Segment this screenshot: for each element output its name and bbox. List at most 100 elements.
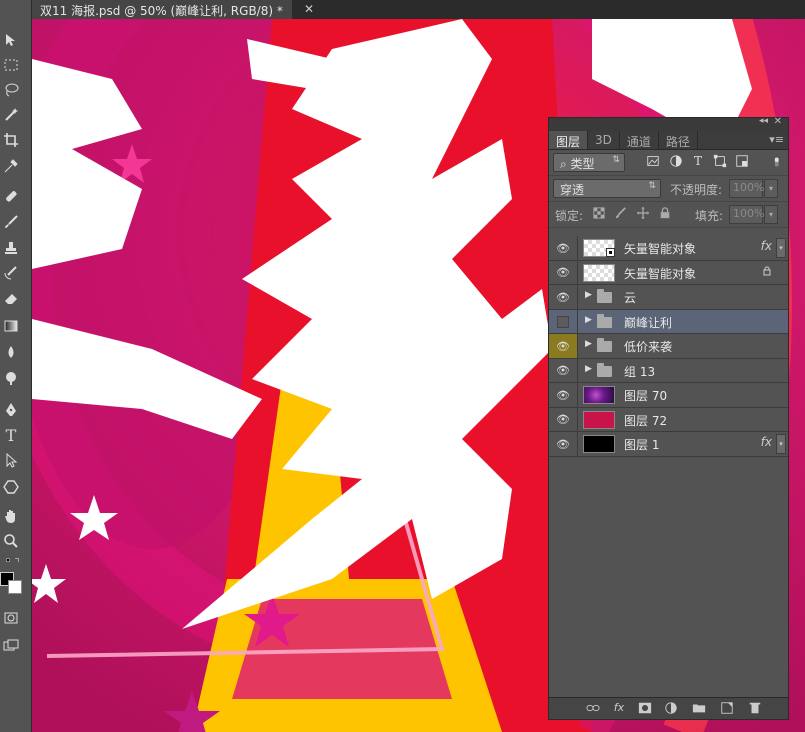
pixel-layer-filter-icon[interactable] [644, 154, 662, 170]
filter-kind-value: 类型 [570, 157, 595, 171]
fill-input[interactable]: 100% [729, 205, 764, 224]
layer-group-row[interactable]: 👁 ▶ 组 13 [549, 358, 788, 383]
eraser-tool-icon[interactable] [0, 288, 22, 308]
expand-arrow-icon[interactable]: ▶ [585, 339, 592, 349]
fill-label: 填充: [695, 209, 724, 223]
lock-transparent-pixels-icon[interactable] [592, 207, 606, 221]
type-layer-filter-icon[interactable]: T [689, 154, 707, 170]
eye-icon[interactable]: 👁 [549, 260, 578, 285]
layer-row[interactable]: 👁 ▪ 矢量智能对象 fx ▾ [549, 236, 788, 261]
blur-tool-icon[interactable] [0, 342, 22, 362]
expand-effects-icon[interactable]: ▾ [776, 238, 786, 258]
layer-row[interactable]: 👁 图层 1 fx ▾ [549, 432, 788, 457]
lock-position-icon[interactable] [636, 207, 650, 221]
layer-thumbnail [583, 386, 615, 404]
eye-icon[interactable]: 👁 [549, 236, 578, 260]
layer-row[interactable]: 👁 图层 72 [549, 407, 788, 432]
layer-row[interactable]: 👁 图层 70 [549, 383, 788, 408]
brush-tool-icon[interactable] [0, 212, 22, 232]
eye-icon[interactable]: 👁 [549, 432, 578, 456]
document-tab[interactable]: 双11 海报.psd @ 50% (巅峰让利, RGB/8) * ✕ [32, 0, 314, 19]
layer-name: 组 13 [624, 364, 656, 379]
shape-tool-icon[interactable] [0, 477, 22, 497]
shape-layer-filter-icon[interactable] [711, 154, 729, 170]
layer-row[interactable]: 👁 矢量智能对象 [549, 260, 788, 285]
close-icon[interactable]: ✕ [304, 2, 314, 16]
color-swatches[interactable] [0, 572, 28, 606]
opacity-dropdown-icon[interactable]: ▾ [764, 179, 778, 198]
eye-icon[interactable]: 👁 [549, 285, 578, 309]
tab-paths[interactable]: 路径 [659, 131, 698, 149]
background-color-swatch[interactable] [8, 580, 22, 594]
pen-tool-icon[interactable] [0, 400, 22, 420]
smart-object-badge-icon: ▪ [606, 248, 615, 257]
expand-arrow-icon[interactable]: ▶ [585, 290, 592, 300]
panel-menu-icon[interactable]: ▾≡ [769, 133, 784, 146]
close-panel-icon[interactable]: ✕ [774, 116, 782, 127]
chevron-updown-icon: ⇅ [648, 181, 656, 191]
lock-icon [762, 266, 772, 279]
eye-icon[interactable]: 👁 [549, 358, 578, 383]
gradient-tool-icon[interactable] [0, 316, 22, 336]
search-icon: ⌕ [560, 157, 571, 171]
lock-label: 锁定: [555, 209, 584, 223]
document-tab-bar: 双11 海报.psd @ 50% (巅峰让利, RGB/8) * ✕ [32, 0, 805, 19]
new-layer-icon[interactable] [719, 701, 735, 717]
layer-filter-row: ⌕ 类型 ⇅ T [549, 150, 788, 176]
hand-tool-icon[interactable] [0, 506, 22, 526]
lasso-tool-icon[interactable] [0, 80, 22, 100]
eye-icon[interactable]: 👁 [549, 334, 578, 358]
adjustment-layer-filter-icon[interactable] [667, 154, 685, 170]
link-layers-icon[interactable] [585, 701, 601, 717]
dodge-tool-icon[interactable] [0, 368, 22, 388]
type-tool-icon[interactable]: T [0, 425, 22, 445]
expand-arrow-icon[interactable]: ▶ [585, 315, 592, 325]
filter-toggle-icon[interactable] [769, 154, 787, 170]
lock-image-pixels-icon[interactable] [614, 207, 628, 221]
layer-group-row[interactable]: 👁 ▶ 云 [549, 285, 788, 310]
marquee-tool-icon[interactable] [0, 55, 22, 75]
opacity-input[interactable]: 100% [729, 179, 764, 198]
fill-dropdown-icon[interactable]: ▾ [764, 205, 778, 224]
magic-wand-tool-icon[interactable] [0, 105, 22, 125]
fx-icon[interactable]: fx [761, 435, 772, 449]
healing-brush-tool-icon[interactable] [0, 186, 22, 206]
layer-group-row[interactable]: 👁 ▶ 低价来袭 [549, 334, 788, 359]
filter-kind-select[interactable]: ⌕ 类型 ⇅ [553, 153, 625, 172]
folder-icon [597, 313, 612, 328]
smart-object-filter-icon[interactable] [733, 154, 751, 170]
swap-colors-icon[interactable] [0, 554, 28, 568]
zoom-tool-icon[interactable] [0, 531, 22, 551]
add-mask-icon[interactable] [637, 701, 653, 717]
eye-icon[interactable]: 👁 [549, 383, 578, 407]
history-brush-tool-icon[interactable] [0, 263, 22, 283]
blend-mode-select[interactable]: 穿透 ⇅ [553, 179, 661, 198]
lock-all-icon[interactable] [658, 207, 672, 221]
visibility-toggle-empty[interactable] [549, 309, 578, 334]
document-tab-title: 双11 海报.psd @ 50% (巅峰让利, RGB/8) * [40, 4, 283, 18]
collapse-panel-icon[interactable]: ◂◂ [759, 116, 768, 126]
tab-channels[interactable]: 通道 [620, 131, 659, 149]
tab-layers[interactable]: 图层 [549, 131, 589, 149]
move-tool-icon[interactable] [0, 30, 22, 50]
new-group-icon[interactable] [691, 701, 707, 717]
layer-thumbnail: ▪ [583, 239, 615, 257]
expand-arrow-icon[interactable]: ▶ [585, 364, 592, 374]
new-adjustment-layer-icon[interactable] [663, 701, 679, 717]
layer-group-row-selected[interactable]: ▶ 巅峰让利 [549, 309, 788, 334]
quick-mask-icon[interactable] [0, 608, 22, 628]
path-selection-tool-icon[interactable] [0, 450, 22, 470]
expand-effects-icon[interactable]: ▾ [776, 434, 786, 454]
fx-icon[interactable]: fx [761, 239, 772, 253]
clone-stamp-tool-icon[interactable] [0, 238, 22, 258]
add-layer-style-icon[interactable]: fx [611, 701, 627, 717]
screen-mode-icon[interactable] [0, 636, 22, 656]
layer-thumbnail [583, 263, 615, 282]
panel-header-bar: ◂◂ ✕ [549, 116, 788, 131]
eyedropper-tool-icon[interactable] [0, 156, 22, 176]
tab-3d[interactable]: 3D [588, 131, 620, 149]
trash-icon[interactable] [747, 701, 763, 717]
tools-panel: T [0, 0, 32, 732]
eye-icon[interactable]: 👁 [549, 407, 578, 432]
crop-tool-icon[interactable] [0, 130, 22, 150]
